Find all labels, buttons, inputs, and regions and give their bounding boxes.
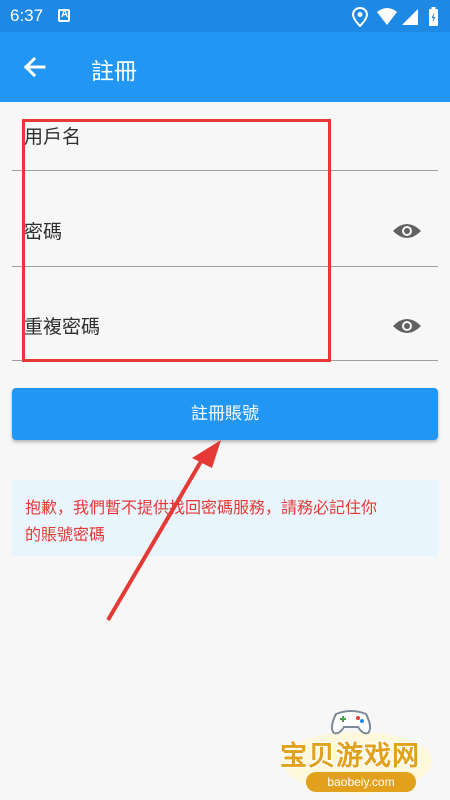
register-account-button[interactable]: 註冊賬號: [12, 388, 438, 440]
notice-box: 抱歉，我們暫不提供找回密碼服務，請務必記住你 的賬號密碼: [12, 480, 438, 556]
wifi-icon: [377, 8, 397, 25]
page-title: 註冊: [91, 59, 137, 85]
status-time: 6:37: [10, 6, 44, 25]
a-icon: [58, 9, 70, 22]
watermark-logo: 宝贝游戏网 baobeiy.com: [274, 704, 450, 800]
status-bar: 6:37: [0, 0, 450, 32]
notice-line-1: 抱歉，我們暫不提供找回密碼服務，請務必記住你: [25, 498, 378, 517]
annotation-box: [22, 119, 331, 362]
game-controller-icon: [330, 710, 372, 735]
eye-icon[interactable]: [392, 220, 422, 242]
watermark-url: baobeiy.com: [306, 772, 416, 792]
arrow-left-icon[interactable]: [16, 49, 52, 85]
notice-line-2: 的賬號密碼: [25, 525, 106, 544]
watermark-title: 宝贝游戏网: [280, 741, 420, 772]
signal-icon: [402, 9, 418, 25]
location-icon: [352, 6, 369, 28]
app-bar: 註冊: [0, 32, 450, 102]
battery-charging-icon: [429, 7, 438, 26]
eye-icon[interactable]: [392, 315, 422, 337]
status-icons: [352, 6, 438, 28]
